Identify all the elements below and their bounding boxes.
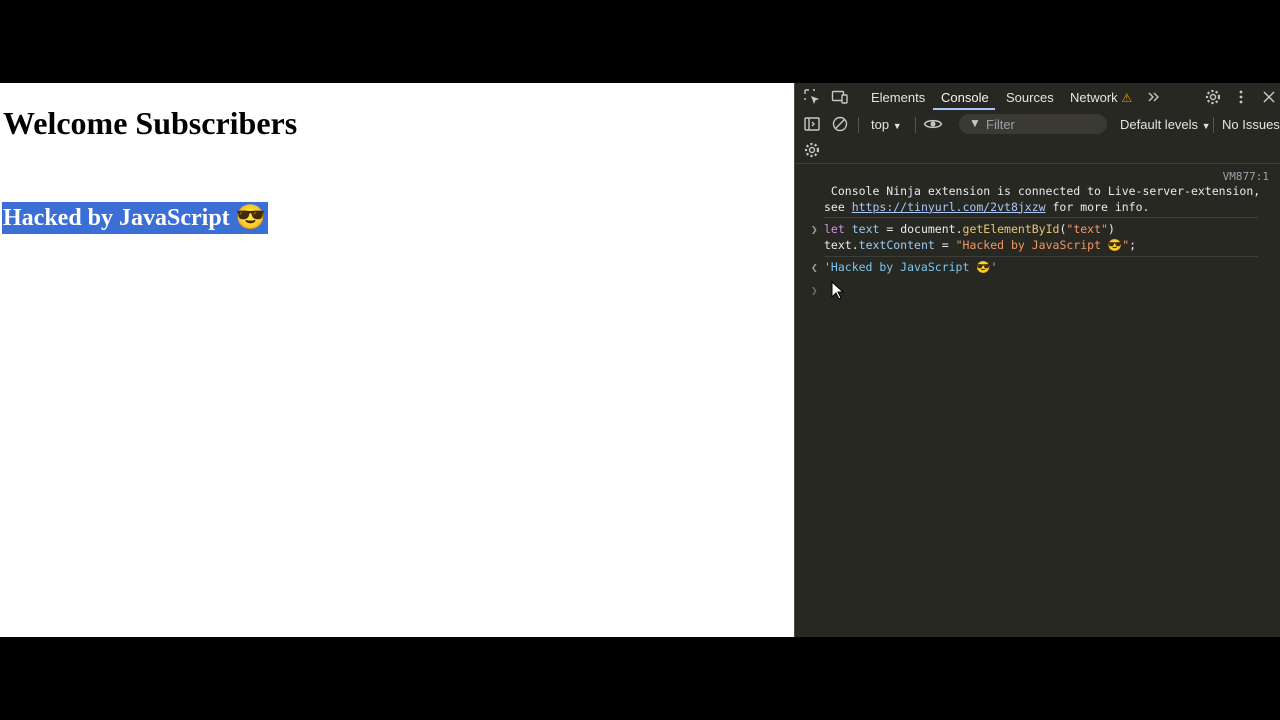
prompt-chevron-icon: ❯ <box>811 284 818 297</box>
console-settings-icon[interactable] <box>803 141 821 159</box>
devtools-panel: Elements Console Sources Network ⚠ top ▼… <box>794 83 1280 637</box>
tab-elements[interactable]: Elements <box>871 90 925 105</box>
letterbox-top <box>0 0 1280 83</box>
code-variable: text <box>851 222 880 236</box>
mouse-cursor-icon <box>831 280 845 304</box>
warning-icon: ⚠ <box>1121 91 1133 105</box>
clear-console-icon[interactable] <box>831 115 849 133</box>
code2-semicolon: ; <box>1129 237 1137 252</box>
message-divider <box>824 256 1258 257</box>
sidebar-icon[interactable] <box>803 115 821 133</box>
toolbar-separator <box>858 117 859 133</box>
console-message-ninja: Console Ninja extension is connected to … <box>824 184 1264 215</box>
log-levels-value: Default levels <box>1120 117 1199 132</box>
tab-sources[interactable]: Sources <box>1006 90 1054 105</box>
ninja-link[interactable]: https://tinyurl.com/2vt8jxzw <box>852 200 1046 214</box>
page-heading: Welcome Subscribers <box>3 105 298 141</box>
inspect-icon[interactable] <box>803 88 821 106</box>
result-arrow-icon: ❮ <box>811 261 818 274</box>
device-toolbar-icon[interactable] <box>831 88 849 106</box>
input-chevron-icon[interactable]: ❯ <box>811 223 818 236</box>
console-input-code: let text = document.getElementById("text… <box>824 222 1264 253</box>
tab-network-label: Network <box>1070 90 1118 105</box>
console-prompt-input[interactable] <box>824 282 1224 298</box>
devtools-tabbar: Elements Console Sources Network ⚠ <box>795 83 1280 111</box>
log-levels-select[interactable]: Default levels ▼ <box>1120 117 1211 132</box>
code2-assign: = <box>934 237 956 252</box>
code-paren-close: ) <box>1107 222 1115 236</box>
page-viewport: Welcome Subscribers Hacked by JavaScript… <box>0 83 794 637</box>
console-result: 'Hacked by JavaScript 😎' <box>824 260 998 274</box>
issues-counter[interactable]: No Issues <box>1222 117 1280 132</box>
console-output: VM877:1 Console Ninja extension is conne… <box>795 164 1280 637</box>
toolbar-separator <box>915 117 916 133</box>
console-settings-row <box>795 137 1280 164</box>
tab-console[interactable]: Console <box>941 90 989 105</box>
eye-icon[interactable] <box>923 115 943 133</box>
console-toolbar: top ▼ ▼ Filter Default levels ▼ No Issue… <box>795 111 1280 137</box>
ninja-tail: for more info. <box>1045 199 1150 214</box>
filter-icon: ▼ <box>969 116 981 130</box>
ninja-line1: Console Ninja extension is connected to … <box>824 184 1261 198</box>
kebab-menu-icon[interactable] <box>1232 88 1250 106</box>
code2-object: text <box>824 237 852 252</box>
settings-icon[interactable] <box>1204 88 1222 106</box>
letterbox-bottom <box>0 637 1280 720</box>
code2-property: textContent <box>858 237 935 252</box>
source-link[interactable]: VM877:1 <box>1223 170 1269 183</box>
code-keyword: let <box>824 222 845 236</box>
filter-placeholder: Filter <box>986 117 1015 132</box>
message-divider <box>824 217 1258 218</box>
code-function: getElementById <box>962 222 1060 236</box>
chevron-down-icon: ▼ <box>1201 121 1211 131</box>
code-assign: = document. <box>879 222 963 236</box>
code2-dot: . <box>851 237 859 252</box>
ninja-see: see <box>824 199 852 214</box>
hacked-text[interactable]: Hacked by JavaScript 😎 <box>2 202 268 234</box>
code-string-arg: "text" <box>1066 222 1108 236</box>
filter-input[interactable]: ▼ Filter <box>959 114 1107 134</box>
context-select-value: top <box>871 117 890 132</box>
active-tab-indicator <box>933 108 995 110</box>
context-select[interactable]: top ▼ <box>871 117 902 132</box>
tab-network[interactable]: Network ⚠ <box>1070 90 1132 105</box>
more-tabs-icon[interactable] <box>1145 88 1163 106</box>
toolbar-separator <box>1213 117 1214 133</box>
code2-string: "Hacked by JavaScript 😎" <box>955 237 1130 252</box>
chevron-down-icon: ▼ <box>892 121 902 131</box>
close-icon[interactable] <box>1260 88 1278 106</box>
